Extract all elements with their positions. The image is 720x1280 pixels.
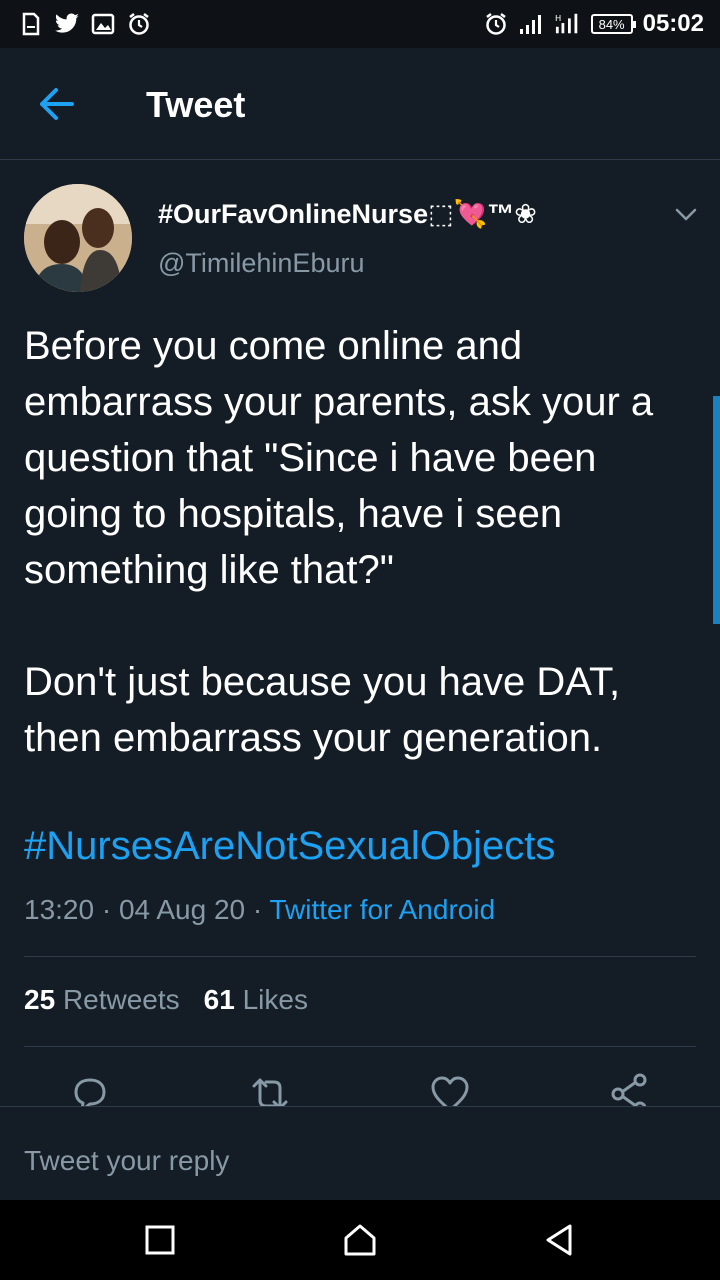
twitter-icon [54, 11, 80, 37]
share-button[interactable] [608, 1072, 652, 1106]
svg-text:H: H [555, 13, 561, 23]
hashtag-link[interactable]: #NursesAreNotSexualObjects [24, 824, 555, 869]
scroll-indicator[interactable] [713, 396, 720, 624]
tweet-text: Before you come online and embarrass you… [24, 324, 654, 760]
likes-count: 61 [203, 984, 235, 1015]
tweet-stats: 25 Retweets 61 Likes [24, 984, 308, 1016]
signal-ht-icon: H [555, 11, 581, 37]
retweet-icon [252, 1078, 288, 1106]
status-bar: H 84% 05:02 [0, 0, 720, 48]
recents-icon [145, 1225, 175, 1255]
user-handle[interactable]: @TimilehinEburu [158, 248, 364, 279]
display-name[interactable]: #OurFavOnlineNurse⬚💘™❀ [158, 198, 537, 230]
back-triangle-icon [546, 1224, 572, 1256]
home-icon [344, 1224, 376, 1256]
alarm-icon [126, 11, 152, 37]
reply-icon [74, 1078, 106, 1106]
battery-icon: 84% [590, 14, 636, 34]
status-time: 05:02 [642, 10, 704, 37]
top-app-bar: Tweet [0, 48, 720, 160]
like-button[interactable] [428, 1072, 472, 1106]
gallery-icon [90, 11, 116, 37]
likes-stat[interactable]: 61 Likes [204, 984, 308, 1015]
chevron-down-icon [675, 208, 697, 221]
battery-level: 84% [598, 16, 625, 32]
alarm-icon [483, 11, 509, 37]
navigation-bar [0, 1200, 720, 1280]
page-title: Tweet [146, 84, 246, 125]
reply-button[interactable] [68, 1072, 112, 1106]
tweet-source-link[interactable]: Twitter for Android [269, 894, 495, 925]
retweets-count: 25 [24, 984, 56, 1015]
signal-icon [519, 11, 545, 37]
retweets-label: Retweets [62, 984, 180, 1015]
tweet-actions [0, 1064, 720, 1106]
retweet-button[interactable] [248, 1072, 292, 1106]
sim-icon [18, 11, 44, 37]
status-bar-notifications [0, 11, 152, 37]
likes-label: Likes [242, 984, 308, 1015]
tweet-date: 04 Aug 20 [118, 894, 246, 925]
reply-input[interactable] [24, 1133, 696, 1205]
divider [24, 956, 696, 957]
more-options-button[interactable] [672, 200, 700, 228]
home-button[interactable] [340, 1220, 380, 1260]
back-button[interactable] [34, 84, 78, 124]
status-bar-system: H 84% 05:02 [483, 10, 720, 38]
tweet-time: 13:20 [24, 894, 95, 925]
reply-bar [0, 1106, 720, 1205]
divider [24, 1046, 696, 1047]
heart-icon [431, 1076, 469, 1106]
back-nav-button[interactable] [540, 1220, 580, 1260]
recents-button[interactable] [140, 1220, 180, 1260]
arrow-left-icon [40, 88, 74, 120]
tweet-meta: 13:20 · 04 Aug 20 · Twitter for Android [24, 894, 496, 925]
avatar[interactable] [24, 184, 132, 292]
retweets-stat[interactable]: 25 Retweets [24, 984, 180, 1015]
share-icon [611, 1073, 647, 1106]
